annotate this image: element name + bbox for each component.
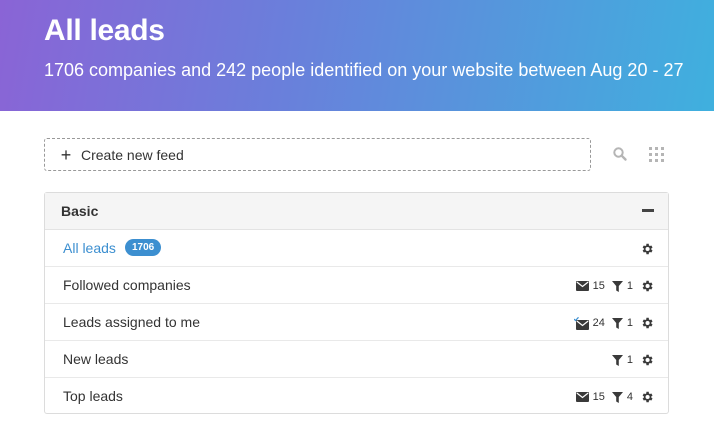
envelope-checked-icon [573, 316, 589, 330]
feed-meta: 15 1 [575, 278, 654, 294]
feed-meta: 15 4 [575, 389, 654, 405]
feed-name[interactable]: All leads [63, 240, 116, 256]
feed-row-new-leads[interactable]: New leads 1 [45, 341, 668, 378]
filter-indicator: 1 [611, 280, 633, 292]
create-new-feed-label: Create new feed [81, 146, 184, 163]
envelope-icon [575, 281, 589, 291]
filter-count: 1 [626, 280, 633, 292]
filter-icon [611, 280, 623, 292]
gear-icon[interactable] [640, 353, 654, 367]
filter-count: 4 [626, 391, 633, 403]
email-alert-indicator: 24 [573, 316, 605, 330]
lead-count-badge: 1706 [125, 239, 162, 256]
email-count: 24 [592, 317, 605, 329]
email-count: 15 [592, 280, 605, 292]
email-count: 15 [592, 391, 605, 403]
feed-meta [640, 241, 654, 257]
gear-icon[interactable] [640, 279, 654, 293]
filter-indicator: 1 [611, 354, 633, 366]
filter-icon [611, 317, 623, 329]
feed-meta: 1 [611, 352, 654, 368]
email-alert-indicator: 15 [575, 391, 605, 403]
filter-indicator: 4 [611, 391, 633, 403]
feed-name[interactable]: Top leads [63, 388, 123, 404]
gear-icon[interactable] [640, 316, 654, 330]
email-alert-indicator: 15 [575, 280, 605, 292]
create-new-feed-button[interactable]: + Create new feed [44, 138, 591, 171]
filter-count: 1 [626, 354, 633, 366]
gear-icon[interactable] [640, 390, 654, 404]
filter-count: 1 [626, 317, 633, 329]
feed-row-top-leads[interactable]: Top leads 15 4 [45, 378, 668, 415]
feed-name[interactable]: New leads [63, 351, 128, 367]
collapse-icon[interactable] [642, 209, 654, 212]
feed-group-panel: Basic All leads 1706 Followed companies … [44, 192, 669, 414]
filter-indicator: 1 [611, 317, 633, 329]
feed-name[interactable]: Leads assigned to me [63, 314, 200, 330]
feed-row-followed-companies[interactable]: Followed companies 15 1 [45, 267, 668, 304]
envelope-icon [575, 392, 589, 402]
page-subtitle: 1706 companies and 242 people identified… [44, 60, 684, 80]
grid-menu-icon[interactable] [649, 147, 665, 163]
plus-icon: + [60, 144, 72, 165]
filter-icon [611, 354, 623, 366]
feed-row-leads-assigned-to-me[interactable]: Leads assigned to me 24 1 [45, 304, 668, 341]
feed-row-all-leads[interactable]: All leads 1706 [45, 230, 668, 267]
page-header: All leads 1706 companies and 242 people … [0, 0, 714, 111]
page-title: All leads [44, 14, 165, 47]
feed-name[interactable]: Followed companies [63, 277, 191, 293]
search-icon[interactable] [612, 146, 630, 164]
feed-group-header: Basic [45, 193, 668, 230]
feed-meta: 24 1 [573, 315, 654, 331]
gear-icon[interactable] [640, 242, 654, 256]
feed-group-title: Basic [61, 203, 99, 219]
filter-icon [611, 391, 623, 403]
